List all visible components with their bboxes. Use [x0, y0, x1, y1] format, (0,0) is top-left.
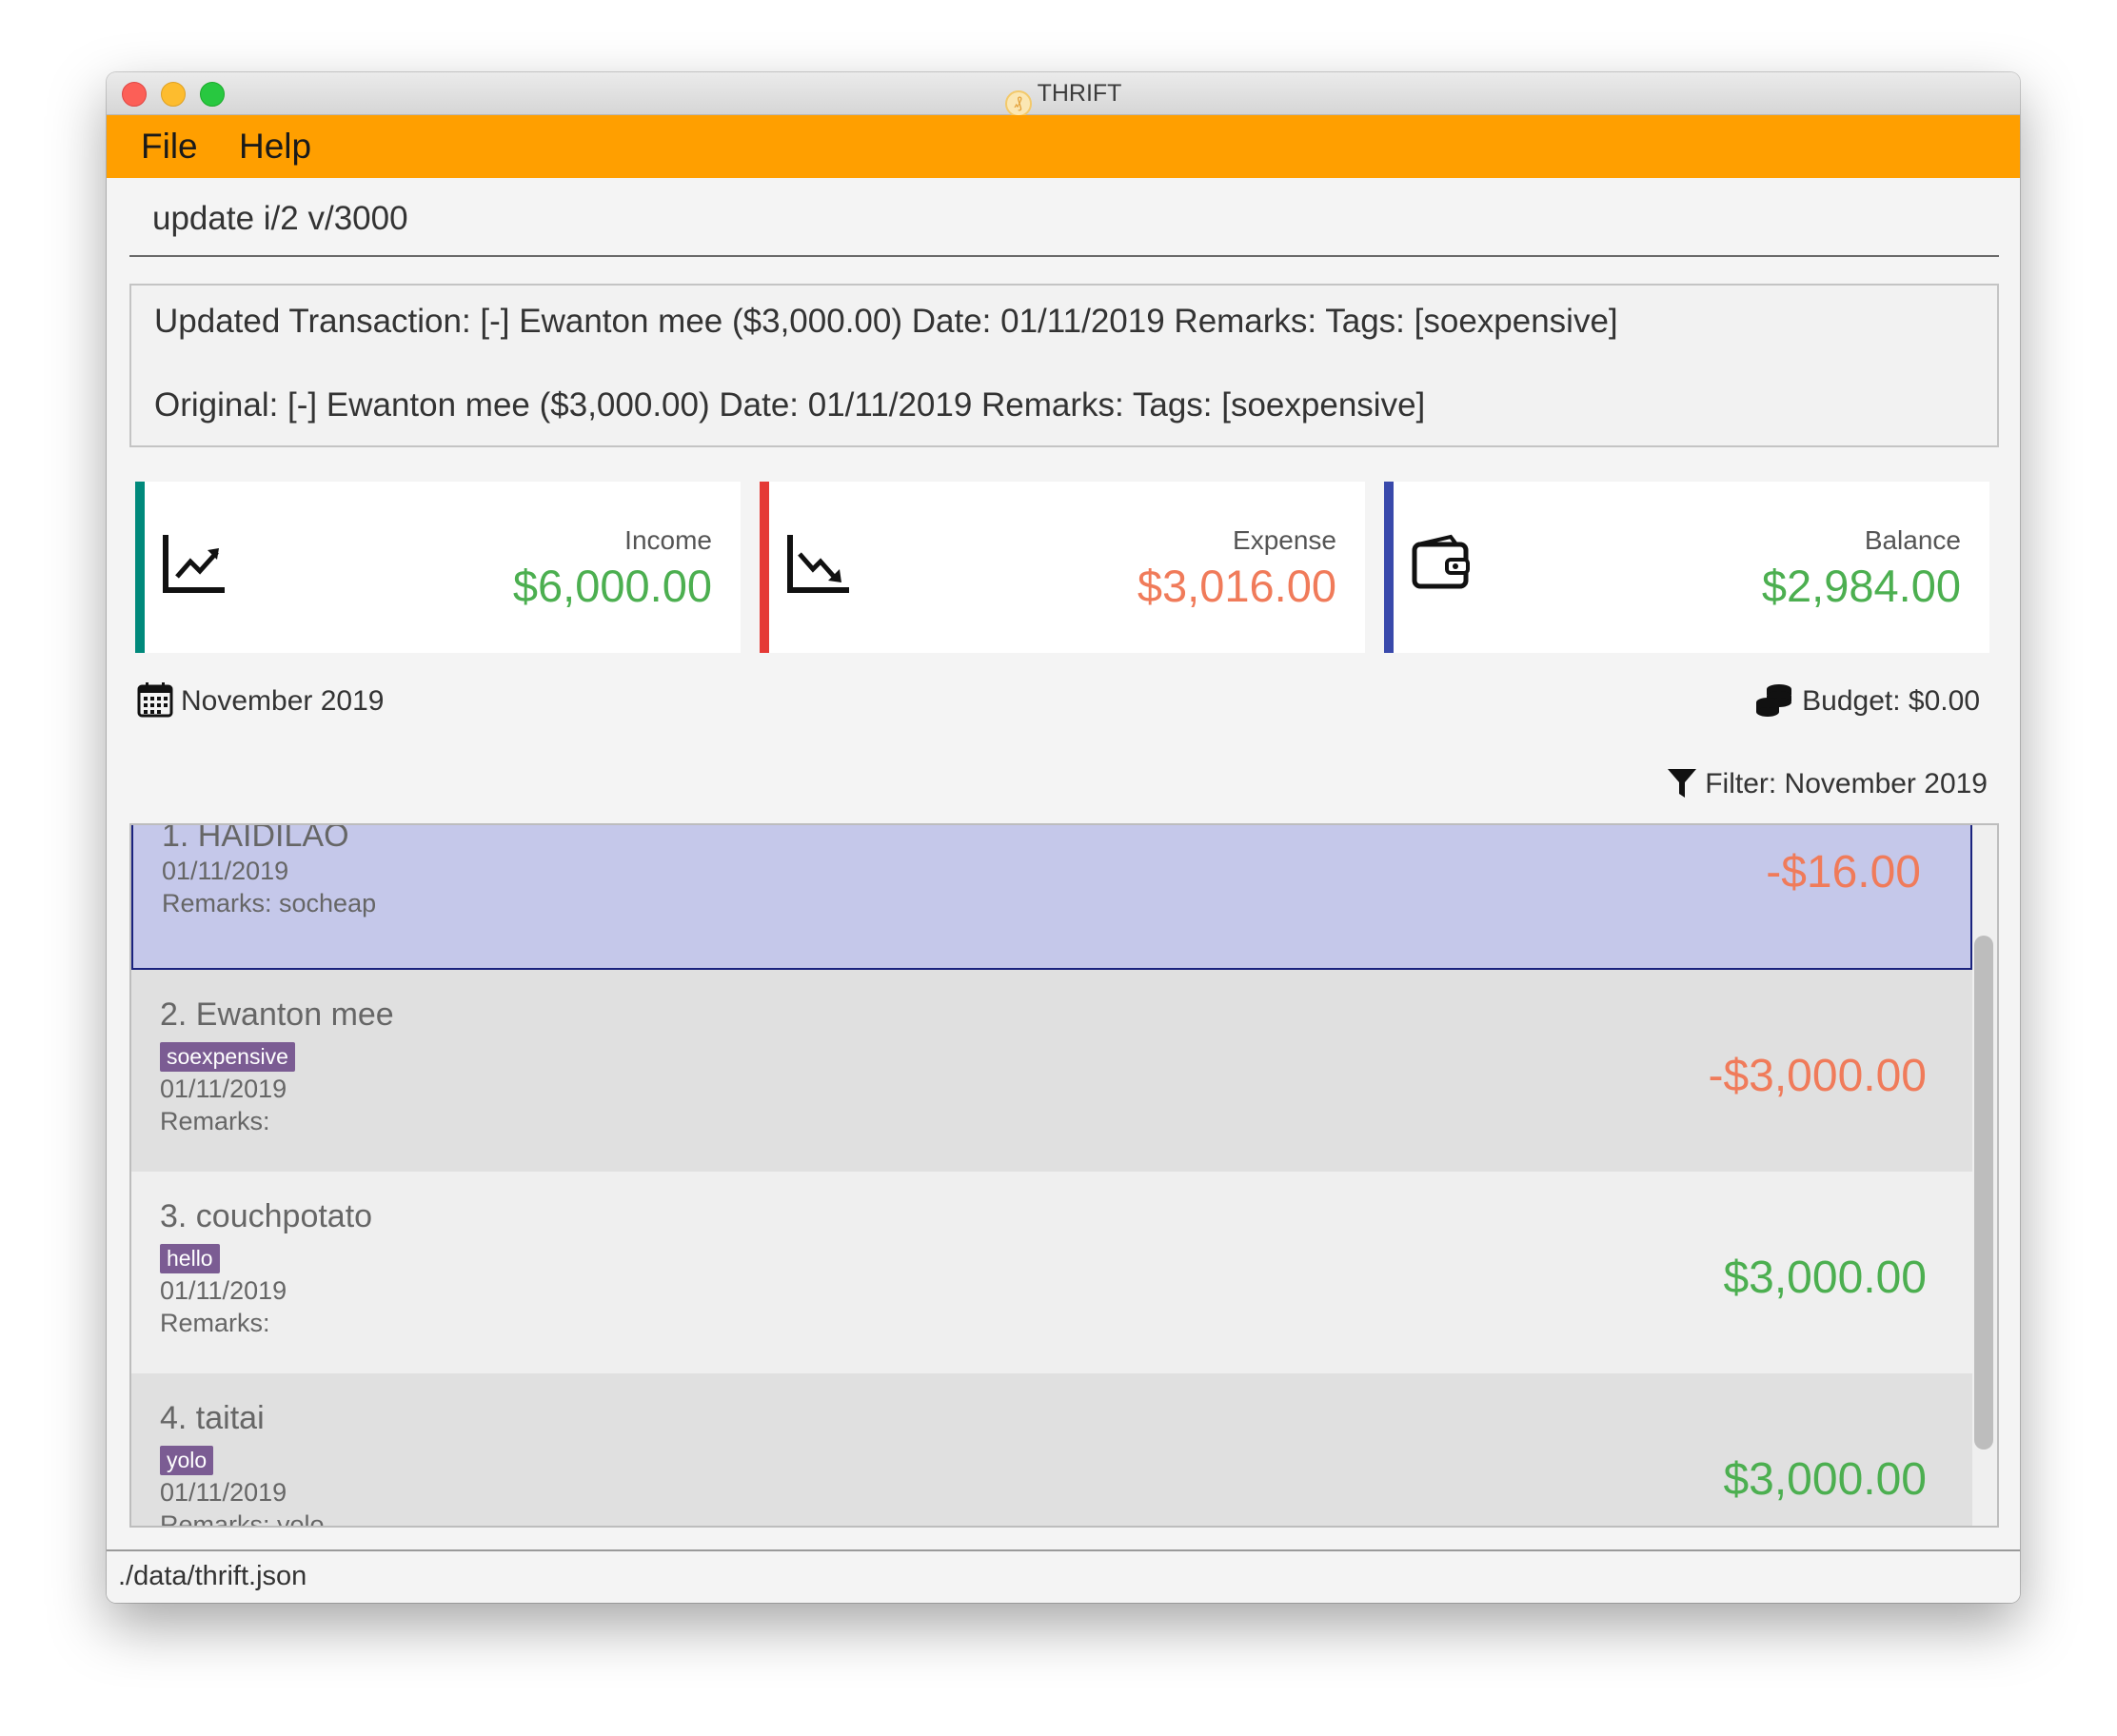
transaction-list[interactable]: 1. HAIDILAO 01/11/2019 Remarks: socheap … [129, 823, 1999, 1528]
app-logo-icon: ₰ [1004, 90, 1032, 117]
expense-accent-bar [760, 482, 769, 653]
window-title: THRIFT [1037, 80, 1122, 107]
transaction-title: 2. Ewanton mee [160, 996, 394, 1033]
transaction-value: -$16.00 [1766, 847, 1921, 898]
result-display[interactable]: Updated Transaction: [-] Ewanton mee ($3… [129, 284, 1999, 447]
expense-amount: $3,016.00 [1137, 561, 1336, 611]
window-title-container: ₰ THRIFT [107, 80, 2020, 117]
transaction-date: 01/11/2019 [162, 857, 289, 885]
data-file-path: ./data/thrift.json [118, 1561, 307, 1591]
balance-amount: $2,984.00 [1761, 561, 1961, 611]
transaction-remarks: Remarks: yolo [160, 1510, 325, 1528]
title-bar[interactable]: ₰ THRIFT [107, 72, 2020, 117]
wallet-icon [1412, 534, 1470, 589]
transaction-value: $3,000.00 [1723, 1454, 1927, 1505]
transaction-date: 01/11/2019 [160, 1075, 287, 1103]
month-label: November 2019 [181, 685, 385, 717]
balance-label: Balance [1864, 525, 1961, 555]
menu-bar: File Help [107, 115, 2020, 178]
calendar-icon [137, 682, 173, 718]
list-scrollbar[interactable] [1974, 936, 1993, 1450]
income-card: Income $6,000.00 [135, 482, 741, 653]
transaction-title: 1. HAIDILAO [162, 823, 349, 854]
expense-label: Expense [1233, 525, 1336, 555]
transaction-remarks: Remarks: [160, 1309, 270, 1337]
filter-icon [1668, 769, 1697, 798]
expense-card: Expense $3,016.00 [760, 482, 1365, 653]
menu-file[interactable]: File [141, 127, 198, 167]
budget-label: Budget: $0.00 [1802, 685, 1980, 717]
transaction-value: $3,000.00 [1723, 1253, 1927, 1303]
transaction-row-3[interactable]: 3. couchpotato hello 01/11/2019 Remarks:… [131, 1172, 1972, 1373]
transaction-tag: hello [160, 1244, 220, 1273]
transaction-date: 01/11/2019 [160, 1276, 287, 1305]
transaction-tag: yolo [160, 1446, 214, 1475]
coins-icon [1756, 684, 1792, 717]
chart-up-icon [163, 535, 225, 593]
transaction-title: 3. couchpotato [160, 1198, 373, 1234]
command-input[interactable] [129, 190, 1999, 247]
result-line-original: Original: [-] Ewanton mee ($3,000.00) Da… [154, 386, 1426, 424]
filter-indicator: Filter: November 2019 [1667, 767, 1988, 800]
app-window: ₰THRIFT File Help Updated Transaction: [… [107, 72, 2020, 1603]
chart-down-icon [787, 535, 849, 593]
status-bar: ./data/thrift.json [107, 1549, 2020, 1603]
balance-card: Balance $2,984.00 [1384, 482, 1989, 653]
menu-help[interactable]: Help [239, 127, 311, 167]
transaction-value: -$3,000.00 [1708, 1051, 1927, 1101]
transaction-title: 4. taitai [160, 1400, 265, 1436]
command-box [129, 190, 1999, 257]
transaction-date: 01/11/2019 [160, 1478, 287, 1507]
transaction-remarks: Remarks: [160, 1107, 270, 1135]
income-amount: $6,000.00 [512, 561, 712, 611]
balance-accent-bar [1384, 482, 1394, 653]
month-indicator: November 2019 [137, 681, 384, 718]
transaction-row-4[interactable]: 4. taitai yolo 01/11/2019 Remarks: yolo … [131, 1373, 1972, 1528]
filter-label: Filter: November 2019 [1705, 768, 1988, 799]
income-accent-bar [135, 482, 145, 653]
budget-indicator: Budget: $0.00 [1754, 681, 1980, 718]
result-line-updated: Updated Transaction: [-] Ewanton mee ($3… [154, 303, 1618, 340]
transaction-row-2[interactable]: 2. Ewanton mee soexpensive 01/11/2019 Re… [131, 970, 1972, 1172]
income-label: Income [624, 525, 712, 555]
transaction-tag: soexpensive [160, 1042, 295, 1072]
transaction-remarks: Remarks: socheap [162, 889, 377, 917]
transaction-row-1[interactable]: 1. HAIDILAO 01/11/2019 Remarks: socheap … [131, 823, 1972, 970]
